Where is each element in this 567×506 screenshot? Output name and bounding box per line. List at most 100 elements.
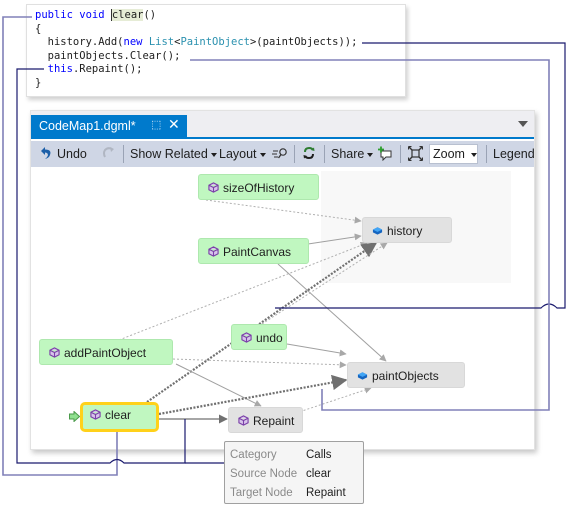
legend-button[interactable]: Legend [493, 141, 535, 167]
show-related-dropdown[interactable]: Show Related [130, 141, 217, 167]
node-repaint[interactable]: Repaint [228, 407, 303, 433]
share-dropdown[interactable]: Share [331, 141, 374, 167]
undo-label: Undo [57, 147, 87, 161]
code-line: history.Add(new List<PaintObject>(paintO… [35, 36, 405, 50]
entry-arrow-icon [69, 411, 80, 422]
layout-label: Layout [219, 147, 257, 161]
code-token: } [35, 76, 42, 89]
tooltip-value: clear [306, 468, 331, 480]
graph-canvas[interactable]: sizeOfHistory history PaintCanvas undo a… [31, 167, 534, 449]
legend-label: Legend [493, 147, 535, 161]
method-icon [241, 332, 252, 343]
field-icon [357, 372, 368, 380]
tab-title: CodeMap1.dgml* [39, 119, 136, 133]
code-token: >(paintObjects)); [249, 36, 358, 48]
add-comment-icon [378, 146, 392, 162]
edge-undo-paintobjects[interactable] [286, 343, 347, 357]
code-line: public void clear() [35, 9, 405, 23]
edge-paintcanvas-paintobjects[interactable] [277, 263, 387, 362]
node-paintobjects[interactable]: paintObjects [347, 362, 465, 388]
find-icon [272, 148, 287, 159]
toolbar-separator [324, 145, 325, 163]
tab-codemap1[interactable]: CodeMap1.dgml* ⬚ ✕ [31, 115, 187, 139]
tooltip-row: Category Calls [230, 446, 363, 465]
zoom-select[interactable]: Zoom [429, 144, 478, 164]
code-token: List [148, 36, 175, 48]
code-line: this.Repaint(); [35, 63, 405, 77]
method-icon [238, 415, 249, 426]
edge-addpaintobject-paintobjects[interactable] [172, 358, 347, 369]
show-related-label: Show Related [130, 147, 208, 161]
edge-sizeofhistory-history[interactable] [205, 199, 362, 224]
node-label: clear [105, 408, 132, 422]
node-history[interactable]: history [362, 217, 452, 243]
tooltip-key: Category [230, 449, 277, 461]
toolbar: Undo Show Related Layout Share Zoom Lege… [31, 141, 535, 167]
find-button[interactable] [272, 141, 288, 167]
code-token: history.Add( [35, 36, 124, 48]
code-line: paintObjects.Clear(); [35, 50, 405, 64]
chevron-down-icon [259, 152, 266, 157]
node-undo[interactable]: undo [231, 324, 287, 350]
node-label: history [387, 224, 423, 238]
code-line: } [35, 77, 405, 91]
code-token: .Repaint(); [72, 63, 143, 75]
node-label: PaintCanvas [223, 245, 292, 259]
refresh-icon [303, 146, 315, 160]
code-token: clear [110, 9, 144, 21]
chevron-down-icon [210, 152, 217, 157]
field-icon [372, 227, 383, 235]
code-token: public void [35, 9, 111, 21]
edge-clear-history[interactable] [146, 242, 378, 403]
node-label: undo [256, 331, 283, 345]
method-icon [208, 182, 219, 193]
undo-icon [41, 147, 51, 159]
redo-icon [103, 147, 114, 158]
node-label: addPaintObject [64, 346, 147, 360]
tooltip-value: Calls [306, 449, 332, 461]
method-icon [49, 347, 60, 358]
toolbar-separator [486, 145, 487, 163]
layout-dropdown[interactable]: Layout [219, 141, 266, 167]
toolbar-separator [294, 145, 295, 163]
node-addpaintobject[interactable]: addPaintObject [39, 339, 173, 365]
code-token: paintObjects.Clear(); [35, 49, 181, 62]
edge-paintcanvas-history[interactable] [307, 233, 362, 245]
tooltip-key: Target Node [230, 487, 293, 499]
chevron-down-icon [470, 152, 477, 157]
tooltip-row: Source Node clear [230, 465, 363, 484]
pin-icon[interactable]: ⬚ [151, 118, 161, 131]
code-line: { [35, 23, 405, 37]
node-clear[interactable]: clear [80, 402, 159, 432]
code-token: { [35, 22, 42, 35]
zoom-to-fit-button[interactable] [407, 141, 424, 167]
toolbar-separator [123, 145, 124, 163]
method-icon [208, 246, 219, 257]
zoom-to-fit-icon [407, 145, 424, 162]
edge-repaint-paintobjects[interactable] [295, 386, 372, 414]
node-label: Repaint [253, 414, 295, 428]
code-token: this [47, 63, 73, 75]
close-icon[interactable]: ✕ [168, 116, 180, 133]
tab-strip: CodeMap1.dgml* ⬚ ✕ [31, 111, 534, 139]
redo-button[interactable] [101, 141, 115, 167]
code-token: new [123, 36, 143, 48]
share-label: Share [331, 147, 365, 161]
tab-list-dropdown-icon[interactable] [518, 121, 528, 127]
method-icon [90, 409, 101, 420]
tooltip-value: Repaint [306, 487, 346, 499]
code-token: PaintObject [180, 36, 250, 48]
node-sizeofhistory[interactable]: sizeOfHistory [198, 174, 319, 200]
zoom-value: Zoom [433, 147, 465, 161]
chevron-down-icon [367, 152, 374, 157]
code-snippet: public void clear(){ history.Add(new Lis… [26, 4, 406, 97]
node-paintcanvas[interactable]: PaintCanvas [198, 238, 309, 264]
toolbar-separator [400, 145, 401, 163]
refresh-button[interactable] [302, 141, 316, 167]
node-label: paintObjects [372, 369, 439, 383]
edge-tooltip: Category Calls Source Node clear Target Node… [224, 441, 364, 504]
undo-button[interactable]: Undo [39, 141, 87, 167]
add-comment-button[interactable] [377, 141, 393, 167]
edge-addpaintobject-repaint[interactable] [175, 363, 262, 407]
